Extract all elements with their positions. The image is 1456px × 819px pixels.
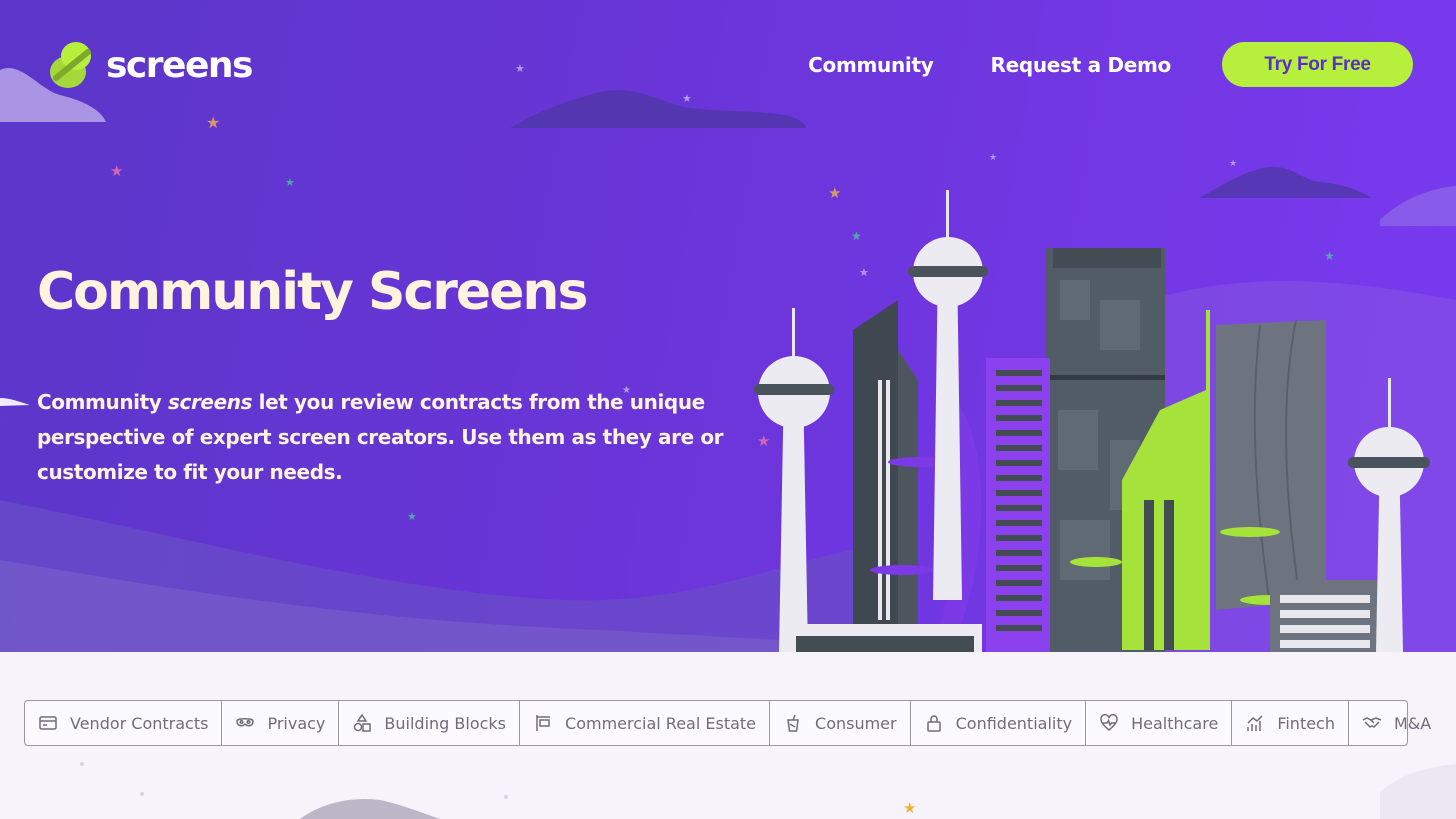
tab-privacy[interactable]: Privacy [222,701,340,745]
svg-text:★: ★ [682,92,692,105]
chart-icon [1247,715,1263,731]
needle-tower-left [754,308,834,652]
bottom-decoration: ★ [80,762,1456,819]
heart-pulse-icon [1100,714,1118,731]
shapes-icon [354,713,372,732]
city-illustration [754,190,1430,652]
tab-label: M&A [1394,713,1432,733]
try-for-free-button[interactable]: Try For Free [1222,42,1413,87]
svg-text:★: ★ [903,799,916,817]
sign-icon [536,715,551,731]
svg-text:★: ★ [989,153,997,163]
tab-building-blocks[interactable]: Building Blocks [339,701,521,745]
tab-label: Consumer [815,713,897,733]
card-icon [39,716,57,730]
tab-commercial-real-estate[interactable]: Commercial Real Estate [520,701,771,745]
cup-icon [787,714,799,732]
tab-label: Building Blocks [384,713,507,733]
tab-label: Commercial Real Estate [565,713,757,733]
page-title: Community Screens [37,262,588,322]
brand-logo[interactable]: screens [48,40,253,90]
nav-community-link[interactable]: Community [808,53,934,77]
mask-icon [236,718,255,727]
top-nav: Community Request a Demo Try For Free [808,42,1413,87]
tab-m-and-a[interactable]: M&A [1349,701,1444,745]
svg-text:★: ★ [206,113,220,132]
svg-text:★: ★ [1229,159,1237,169]
nav-request-demo-link[interactable]: Request a Demo [990,53,1171,77]
category-tabs: Vendor Contracts Privacy Building Blocks… [24,700,1431,746]
tab-label: Confidentiality [955,713,1073,733]
svg-text:★: ★ [515,62,525,75]
svg-text:★: ★ [110,162,123,180]
tab-consumer[interactable]: Consumer [770,701,911,745]
svg-text:★: ★ [407,510,417,523]
tab-healthcare[interactable]: Healthcare [1086,701,1233,745]
tab-label: Vendor Contracts [70,713,209,733]
lock-icon [926,715,941,732]
svg-text:★: ★ [285,176,295,189]
desc-emphasis: screens [168,390,253,414]
screens-logo-icon [50,42,91,88]
tab-label: Fintech [1277,713,1335,733]
hero-description: Community screens let you review contrac… [37,385,737,490]
tab-label: Healthcare [1131,713,1219,733]
tab-fintech[interactable]: Fintech [1232,701,1349,745]
handshake-icon [1362,717,1382,728]
tab-confidentiality[interactable]: Confidentiality [911,701,1087,745]
tab-vendor-contracts[interactable]: Vendor Contracts [25,701,223,745]
tab-label: Privacy [267,713,326,733]
hero-section: ★ ★ ★ ★ ★ ★ ★ ★ ★ ★ ★ ★ ★ ★ [0,0,1456,652]
desc-part-1: Community [37,390,168,414]
brand-name: screens [106,44,253,86]
